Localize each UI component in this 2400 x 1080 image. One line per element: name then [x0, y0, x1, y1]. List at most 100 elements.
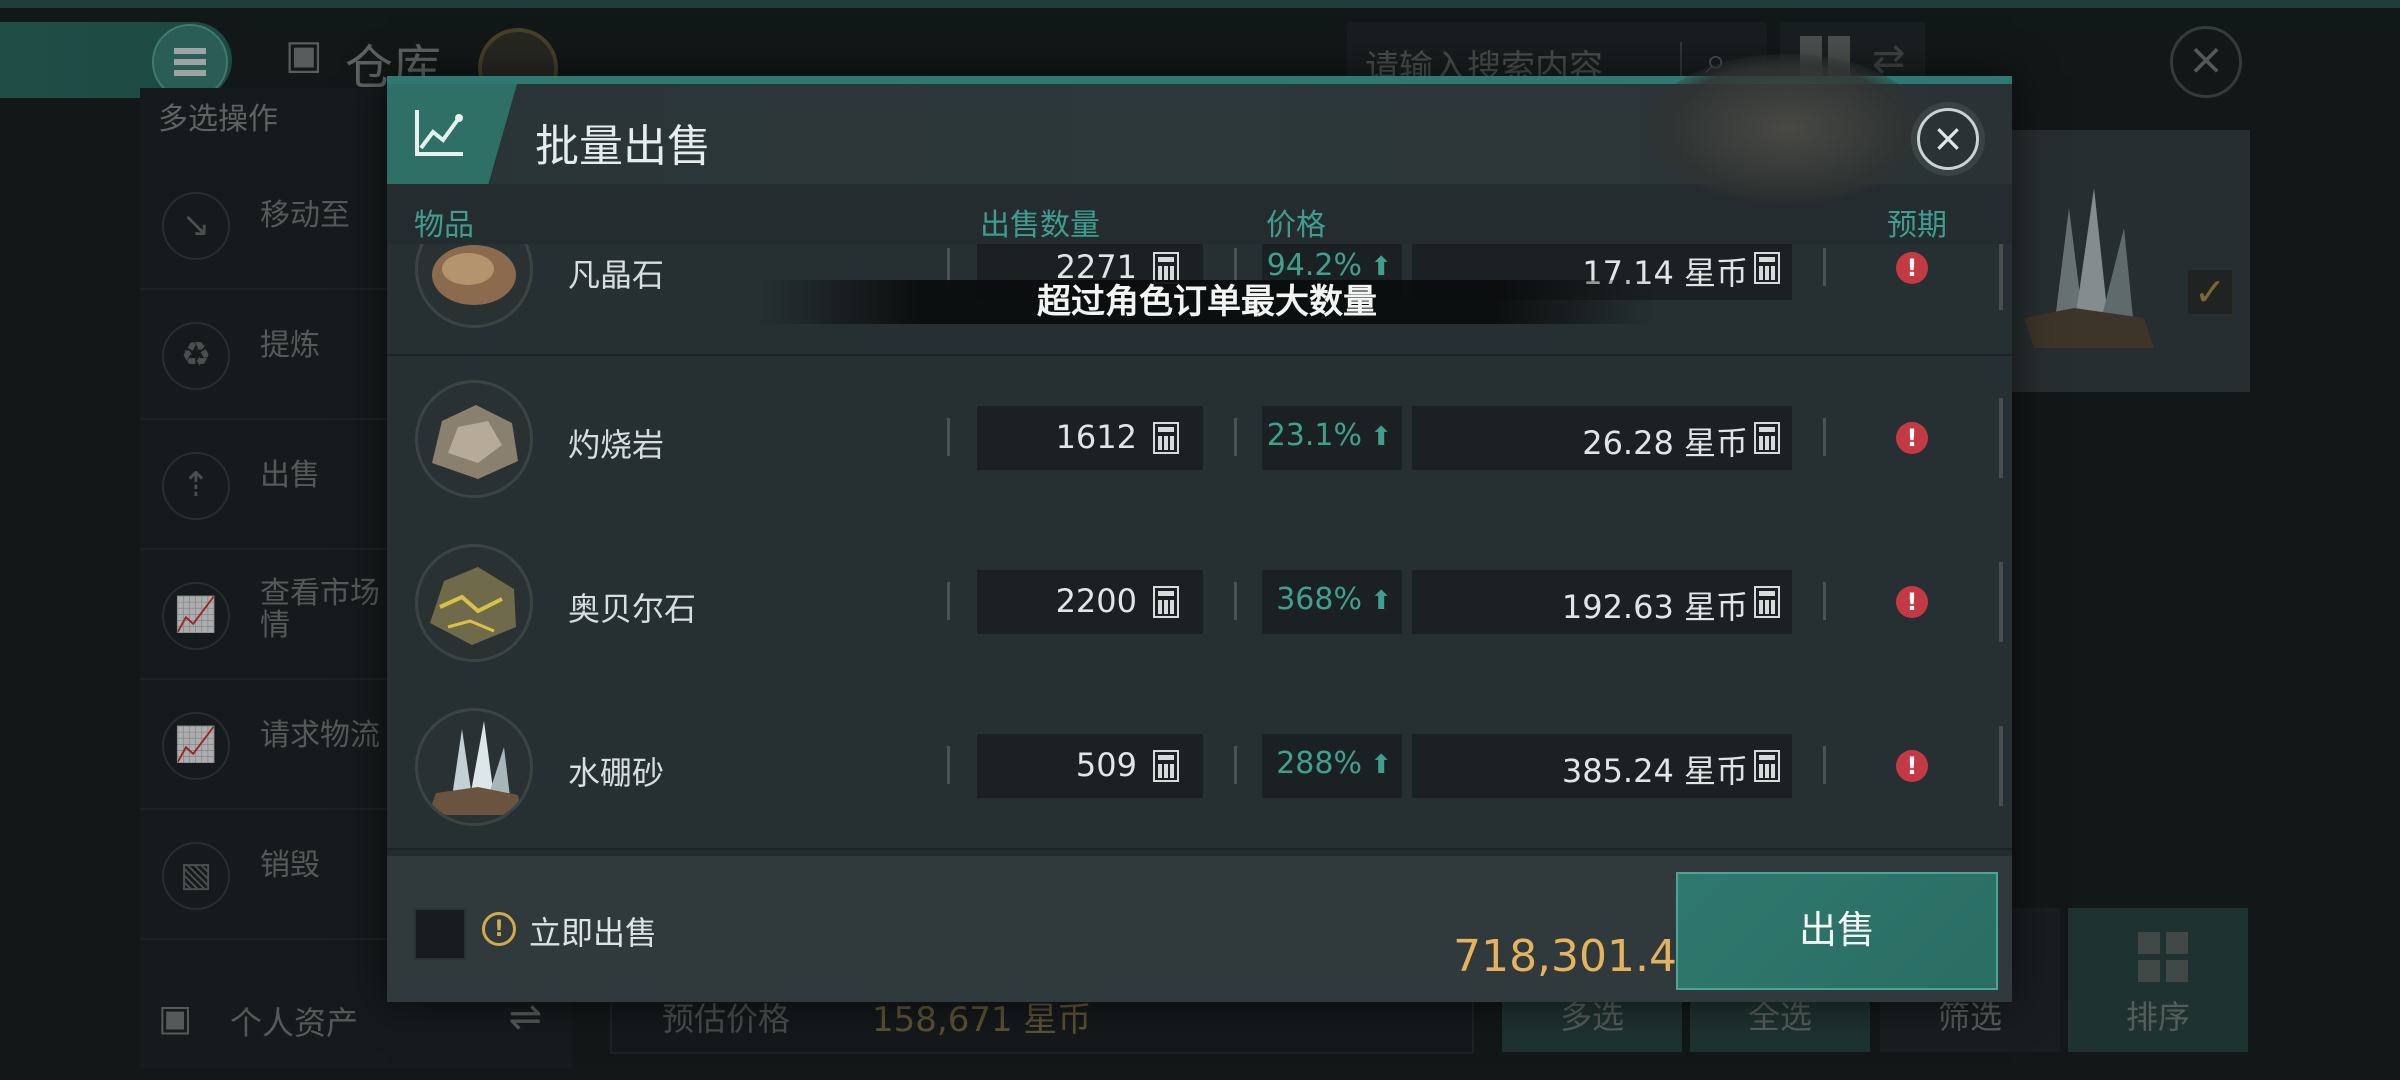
sell-icon: ⇡: [162, 452, 230, 520]
warning-icon[interactable]: !: [1896, 422, 1928, 454]
market-chart-icon: 📈: [162, 582, 230, 650]
arrow-up-icon: ⬆: [1370, 252, 1392, 282]
price-input[interactable]: 385.24 星币: [1412, 734, 1792, 798]
table-row: 奥贝尔石 2200 368% ⬆ 192.63 星币 !: [387, 520, 2012, 686]
price-input[interactable]: 26.28 星币: [1412, 406, 1792, 470]
column-divider: [1823, 418, 1826, 456]
price-change-value: 94.2%: [1266, 248, 1362, 283]
check-icon[interactable]: ✓: [2188, 270, 2232, 314]
warning-icon[interactable]: !: [1896, 750, 1928, 782]
price-change-value: 368%: [1276, 582, 1362, 617]
recycle-icon: ♻: [162, 322, 230, 390]
scrollbar-marker: [1999, 562, 2003, 642]
sort-grid-icon: [2138, 932, 2190, 984]
column-divider: [947, 582, 950, 620]
price-value: 192.63 星币: [1561, 588, 1748, 626]
column-divider: [1823, 582, 1826, 620]
sidebar-item-label: 出售: [260, 458, 320, 493]
table-row: 灼烧岩 1612 23.1% ⬆ 26.28 星币 !: [387, 356, 2012, 522]
sidebar-item-market[interactable]: 📈 查看市场 情: [140, 550, 390, 680]
column-header-price: 价格: [1266, 208, 1326, 243]
sidebar-item-label: 请求物流: [260, 718, 380, 753]
sort-label: 排序: [2125, 998, 2190, 1036]
sort-button[interactable]: 排序: [2068, 908, 2248, 1052]
table-row: 水硼砂 509 288% ⬆ 385.24 星币 !: [387, 684, 2012, 850]
column-divider: [1823, 746, 1826, 784]
scrollbar-marker: [1999, 398, 2003, 478]
logistics-chart-icon: 📈: [162, 712, 230, 780]
sidebar-item-logistics[interactable]: 📈 请求物流: [140, 680, 390, 810]
sell-button[interactable]: 出售: [1676, 872, 1998, 990]
column-divider: [1234, 582, 1237, 620]
calculator-icon[interactable]: [1153, 422, 1179, 454]
quantity-value: 2200: [1055, 582, 1137, 620]
column-divider: [1823, 248, 1826, 286]
main-menu-button[interactable]: [0, 22, 232, 100]
item-name: 水硼砂: [568, 754, 665, 792]
modal-header: 批量出售 ×: [387, 54, 2012, 204]
column-divider: [947, 746, 950, 784]
column-header-qty: 出售数量: [980, 208, 1100, 243]
quantity-input[interactable]: 1612: [977, 406, 1203, 470]
calculator-icon[interactable]: [1754, 750, 1780, 782]
modal-footer: ! 立即出售 总价 718,301.46 星币 出售: [387, 856, 2012, 1002]
instant-sell-label: 立即出售: [529, 914, 658, 952]
modal-title: 批量出售: [535, 121, 711, 172]
assets-icon: ▣: [158, 998, 193, 1039]
ore-item-icon: [415, 544, 533, 662]
sidebar-item-sell[interactable]: ⇡ 出售: [140, 420, 390, 550]
sidebar-header: 多选操作: [158, 102, 278, 137]
sell-item-list[interactable]: 凡晶石 2271 94.2% ⬆ 17.14 星币 ! 灼烧岩 1612 23.…: [387, 244, 2012, 932]
ore-item-icon: [415, 380, 533, 498]
modal-close-icon[interactable]: ×: [1917, 108, 1979, 170]
calculator-icon[interactable]: [1153, 750, 1179, 782]
chart-icon: [387, 84, 517, 184]
quantity-value: 1612: [1055, 418, 1137, 456]
sidebar-item-label: 移动至: [260, 198, 350, 233]
item-name: 奥贝尔石: [568, 590, 697, 628]
quantity-input[interactable]: 509: [977, 734, 1203, 798]
price-input[interactable]: 192.63 星币: [1412, 570, 1792, 634]
column-header-expect: 预期: [1887, 208, 1947, 243]
price-change-badge: 23.1% ⬆: [1262, 406, 1402, 470]
item-name: 凡晶石: [568, 256, 665, 294]
warning-icon[interactable]: !: [1896, 586, 1928, 618]
destroy-box-icon: ▧: [162, 842, 230, 910]
batch-sell-modal: 批量出售 × 物品 出售数量 价格 预期 凡晶石 2271 94.2% ⬆ 17…: [387, 54, 2012, 1002]
header-decoration: [1647, 54, 1927, 204]
error-toast: 超过角色订单最大数量: [757, 280, 1657, 324]
close-icon[interactable]: ×: [2170, 26, 2242, 98]
price-change-value: 23.1%: [1266, 418, 1362, 453]
arrow-up-icon: ⬆: [1370, 422, 1392, 452]
price-change-badge: 288% ⬆: [1262, 734, 1402, 798]
crystal-item-icon: [2024, 188, 2154, 348]
arrow-up-icon: ⬆: [1370, 750, 1392, 780]
price-value: 26.28 星币: [1582, 424, 1748, 462]
calculator-icon[interactable]: [1754, 422, 1780, 454]
selected-item-card[interactable]: ✓: [1990, 130, 2250, 392]
crystal-item-icon: [415, 708, 533, 826]
quantity-input[interactable]: 2200: [977, 570, 1203, 634]
column-divider: [1234, 746, 1237, 784]
scrollbar-marker: [1999, 244, 2003, 310]
quantity-value: 509: [1075, 746, 1137, 784]
calculator-icon[interactable]: [1754, 252, 1780, 284]
ore-item-icon: [415, 244, 533, 328]
item-name: 灼烧岩: [568, 426, 665, 464]
column-header-item: 物品: [414, 208, 474, 243]
sidebar-item-move[interactable]: ↘ 移动至: [140, 160, 390, 290]
sidebar-item-label: 提炼: [260, 328, 320, 363]
sidebar-item-destroy[interactable]: ▧ 销毁: [140, 810, 390, 940]
instant-sell-checkbox[interactable]: [414, 908, 466, 960]
warning-icon[interactable]: !: [1896, 252, 1928, 284]
scrollbar-marker: [1999, 726, 2003, 806]
personal-assets-label: 个人资产: [230, 1004, 359, 1042]
sidebar-item-refine[interactable]: ♻ 提炼: [140, 290, 390, 420]
warehouse-icon: ▣: [285, 32, 323, 78]
calculator-icon[interactable]: [1754, 586, 1780, 618]
sidebar-item-label: 查看市场 情: [260, 576, 380, 643]
info-warning-icon[interactable]: !: [482, 912, 516, 946]
top-accent-line: [0, 0, 2400, 8]
calculator-icon[interactable]: [1153, 586, 1179, 618]
sidebar-item-label: 销毁: [260, 848, 320, 883]
